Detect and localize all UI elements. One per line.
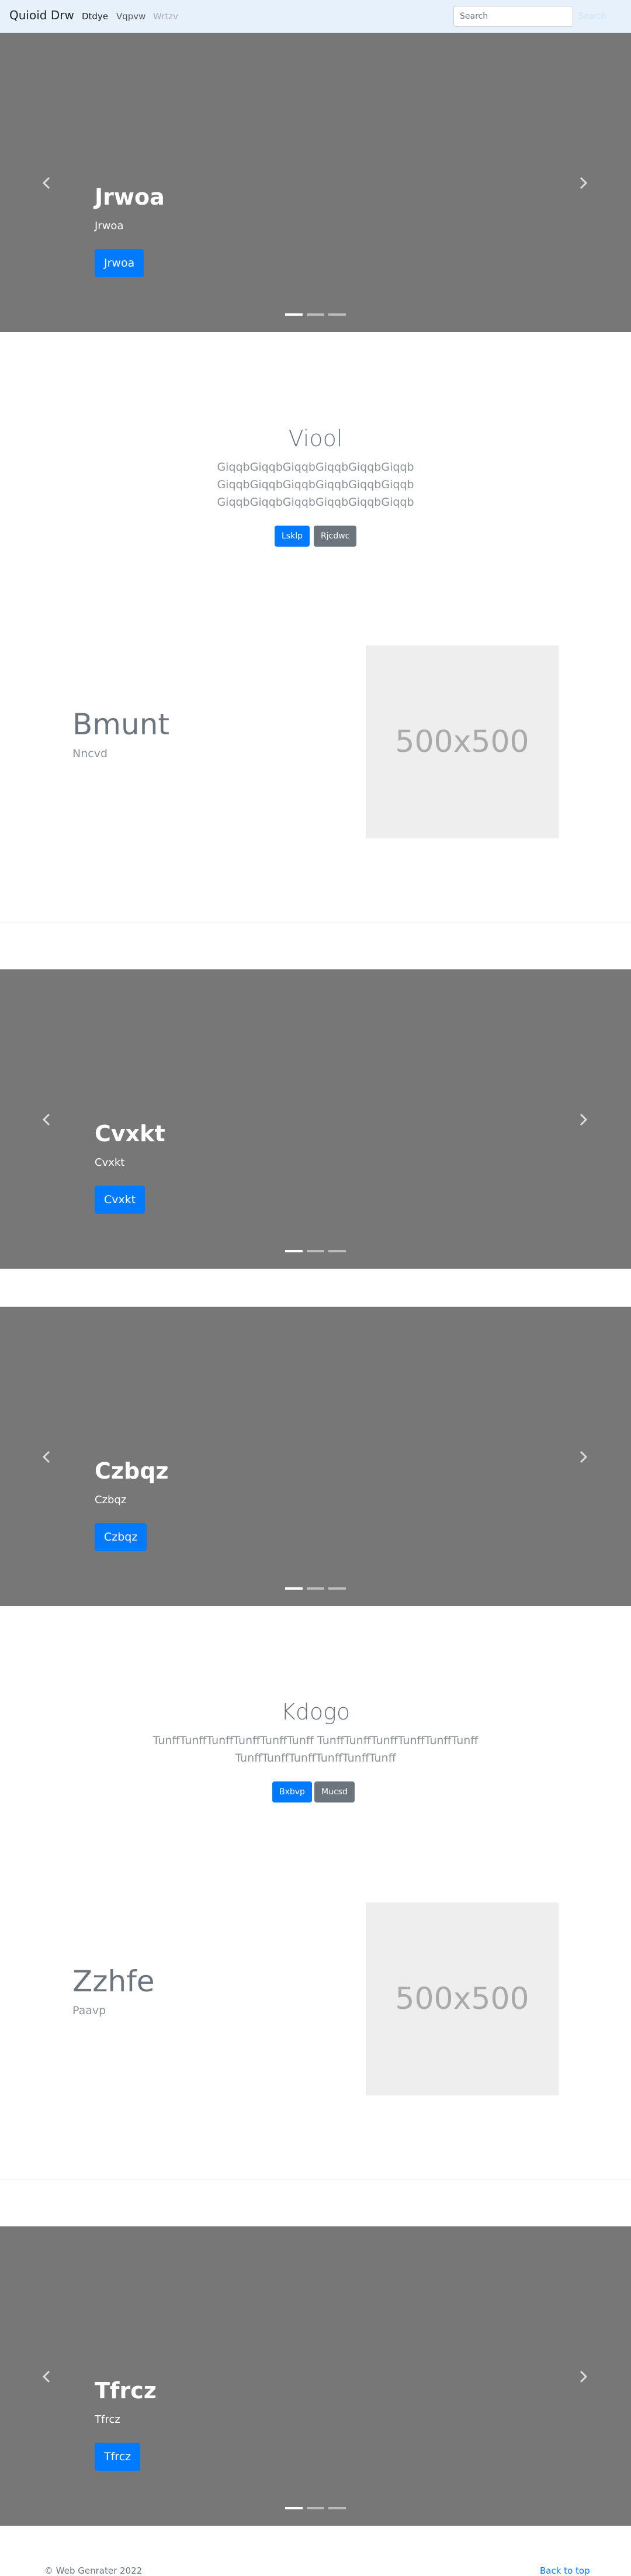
carousel-3: Czbqz Czbqz Czbqz (0, 1307, 631, 1606)
chevron-left-icon[interactable] (40, 2370, 54, 2384)
section-lead-line: TunffTunffTunffTunffTunffTunff TunffTunf… (152, 1734, 479, 1747)
carousel-indicator[interactable] (285, 313, 303, 316)
section-title: Kdogo (280, 1699, 351, 1725)
carousel-indicator[interactable] (285, 2507, 303, 2509)
placeholder-label: 500x500 (395, 724, 529, 759)
nav-link-wrtzv[interactable]: Wrtzv (153, 11, 178, 22)
featurette-subtitle: Nncvd (72, 747, 108, 760)
carousel-indicator[interactable] (328, 1250, 346, 1252)
carousel-4: Tfrcz Tfrcz Tfrcz (0, 2226, 631, 2526)
navbar: Quioid Drw Dtdye Vqpvw Wrtzv Search (0, 0, 631, 33)
carousel-indicator[interactable] (307, 1587, 324, 1590)
back-to-top-link[interactable]: Back to top (540, 2565, 590, 2576)
placeholder-image: 500x500 (366, 1902, 559, 2095)
carousel-indicator[interactable] (307, 1250, 324, 1252)
chevron-left-icon[interactable] (40, 176, 54, 190)
secondary-button[interactable]: Mucsd (314, 1781, 355, 1802)
nav-link-dtdye[interactable]: Dtdye (82, 11, 108, 22)
nav-link-vqpvw[interactable]: Vqpvw (116, 11, 145, 22)
carousel-title: Czbqz (95, 1458, 169, 1484)
carousel-title: Jrwoa (95, 184, 165, 210)
carousel-subtitle: Jrwoa (95, 220, 124, 232)
carousel-button[interactable]: Jrwoa (95, 249, 144, 277)
carousel-1: Jrwoa Jrwoa Jrwoa (0, 33, 631, 332)
chevron-right-icon[interactable] (576, 1450, 590, 1464)
placeholder-label: 500x500 (395, 1981, 529, 2016)
carousel-indicator[interactable] (285, 1587, 303, 1590)
section-lead-line: GiqqbGiqqbGiqqbGiqqbGiqqbGiqqb (217, 461, 414, 474)
featurette-title: Bmunt (72, 707, 169, 741)
primary-button[interactable]: Bxbvp (272, 1781, 312, 1802)
chevron-left-icon[interactable] (40, 1450, 54, 1464)
carousel-title: Tfrcz (95, 2378, 157, 2404)
footer-copyright: © Web Genrater 2022 (44, 2565, 143, 2576)
primary-button[interactable]: Lsklp (275, 526, 310, 547)
section-lead-line: GiqqbGiqqbGiqqbGiqqbGiqqbGiqqb (217, 478, 414, 491)
carousel-indicator[interactable] (307, 2507, 324, 2509)
placeholder-image: 500x500 (366, 645, 559, 838)
carousel-2: Cvxkt Cvxkt Cvxkt (0, 969, 631, 1269)
carousel-subtitle: Cvxkt (95, 1156, 125, 1169)
search-input[interactable] (453, 6, 573, 27)
carousel-subtitle: Czbqz (95, 1494, 127, 1506)
carousel-title: Cvxkt (95, 1121, 165, 1147)
carousel-indicator[interactable] (328, 2507, 346, 2509)
section-lead-line: TunffTunffTunffTunffTunffTunff (235, 1752, 396, 1764)
search-button[interactable]: Search (578, 6, 625, 27)
carousel-indicator[interactable] (328, 313, 346, 316)
section-title: Viool (288, 426, 343, 451)
featurette-title: Zzhfe (72, 1964, 155, 1998)
carousel-button[interactable]: Cvxkt (95, 1186, 145, 1214)
featurette-subtitle: Paavp (72, 2004, 106, 2017)
carousel-indicator[interactable] (285, 1250, 303, 1252)
carousel-subtitle: Tfrcz (95, 2413, 120, 2426)
chevron-right-icon[interactable] (576, 1113, 590, 1127)
navbar-brand[interactable]: Quioid Drw (9, 8, 74, 22)
chevron-right-icon[interactable] (576, 2370, 590, 2384)
carousel-indicator[interactable] (328, 1587, 346, 1590)
secondary-button[interactable]: Rjcdwc (314, 526, 357, 547)
carousel-button[interactable]: Tfrcz (95, 2443, 141, 2471)
section-lead-line: GiqqbGiqqbGiqqbGiqqbGiqqbGiqqb (217, 496, 414, 509)
carousel-indicator[interactable] (307, 313, 324, 316)
carousel-button[interactable]: Czbqz (95, 1523, 147, 1551)
chevron-left-icon[interactable] (40, 1113, 54, 1127)
chevron-right-icon[interactable] (576, 176, 590, 190)
